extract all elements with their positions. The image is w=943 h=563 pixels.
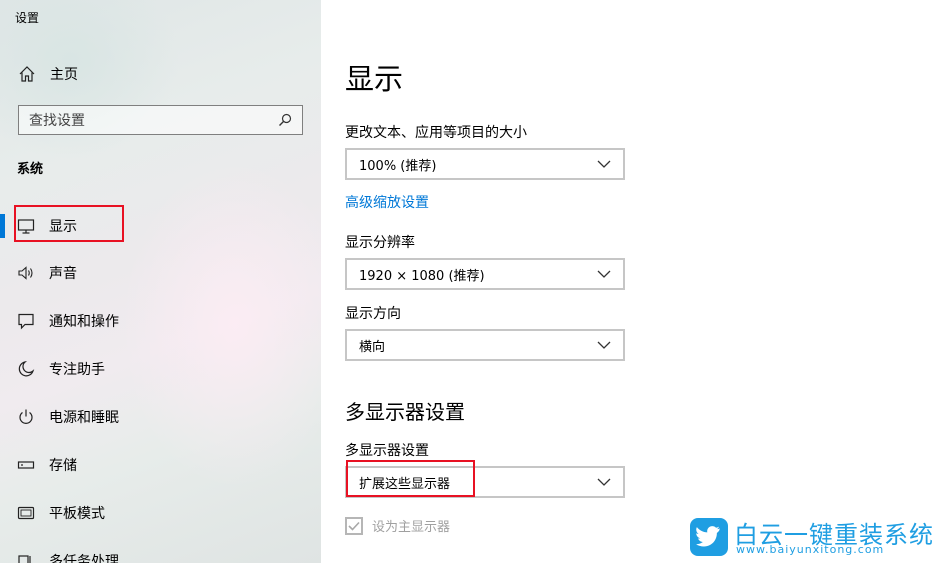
search-placeholder: 查找设置 [29,113,85,129]
home-icon [19,66,35,82]
primary-display-label: 设为主显示器 [372,520,451,535]
sidebar-item-label: 存储 [49,458,77,474]
multi-display-heading: 多显示器设置 [345,400,465,424]
sidebar-item-label: 平板模式 [49,506,105,522]
sidebar-item-notifications[interactable]: 通知和操作 [0,301,321,341]
speaker-icon [17,264,35,282]
sidebar-item-multitasking[interactable]: 多任务处理 [0,541,321,563]
checkbox-box [345,516,363,535]
sidebar-item-home[interactable]: 主页 [18,63,78,85]
search-input[interactable]: 查找设置 [18,105,303,135]
watermark-url: www.baiyunxitong.com [736,543,885,556]
sidebar-item-tablet-mode[interactable]: 平板模式 [0,493,321,533]
app-title: 设置 [15,11,40,25]
sidebar-item-label: 多任务处理 [49,554,119,563]
sidebar-item-label: 电源和睡眠 [49,410,119,426]
sidebar-item-storage[interactable]: 存储 [0,445,321,485]
display-highlight-box [14,205,124,242]
watermark: 白云一键重装系统 www.baiyunxitong.com [690,518,940,560]
orientation-label: 显示方向 [345,306,401,322]
sidebar-item-label: 专注助手 [49,362,105,378]
scale-dropdown[interactable]: 100% (推荐) [345,148,625,180]
chevron-down-icon [597,160,611,168]
resolution-dropdown[interactable]: 1920 × 1080 (推荐) [345,258,625,290]
orientation-dropdown[interactable]: 横向 [345,329,625,361]
orientation-value: 横向 [359,339,386,355]
resolution-label: 显示分辨率 [345,235,415,251]
chevron-down-icon [597,270,611,278]
storage-icon [17,456,35,474]
sidebar-item-label: 声音 [49,266,77,282]
multi-display-label: 多显示器设置 [345,443,429,459]
bird-logo-icon [690,518,728,556]
chevron-down-icon [597,341,611,349]
checkmark-icon [348,521,360,531]
power-icon [17,408,35,426]
chevron-down-icon [597,478,611,486]
moon-icon [17,360,35,378]
extend-highlight-box [346,460,475,497]
tablet-icon [17,504,35,522]
resolution-value: 1920 × 1080 (推荐) [359,268,485,284]
advanced-scaling-link[interactable]: 高级缩放设置 [345,192,429,212]
scale-value: 100% (推荐) [359,158,437,174]
section-title: 系统 [17,162,44,177]
sidebar-item-sound[interactable]: 声音 [0,253,321,293]
search-icon [279,113,292,126]
main-pane: 显示 更改文本、应用等项目的大小 100% (推荐) 高级缩放设置 显示分辨率 … [321,0,943,563]
primary-display-checkbox[interactable]: 设为主显示器 [345,516,450,535]
home-label: 主页 [50,67,78,83]
sidebar: 设置 主页 查找设置 系统 显示 声音 通知和操作 专注助手 电源和睡眠 存储 … [0,0,321,563]
sidebar-item-focus-assist[interactable]: 专注助手 [0,349,321,389]
sidebar-item-power-sleep[interactable]: 电源和睡眠 [0,397,321,437]
sidebar-item-label: 通知和操作 [49,314,119,330]
page-title: 显示 [345,62,404,96]
scale-label: 更改文本、应用等项目的大小 [345,125,527,141]
message-icon [17,312,35,330]
multitask-icon [17,552,35,563]
